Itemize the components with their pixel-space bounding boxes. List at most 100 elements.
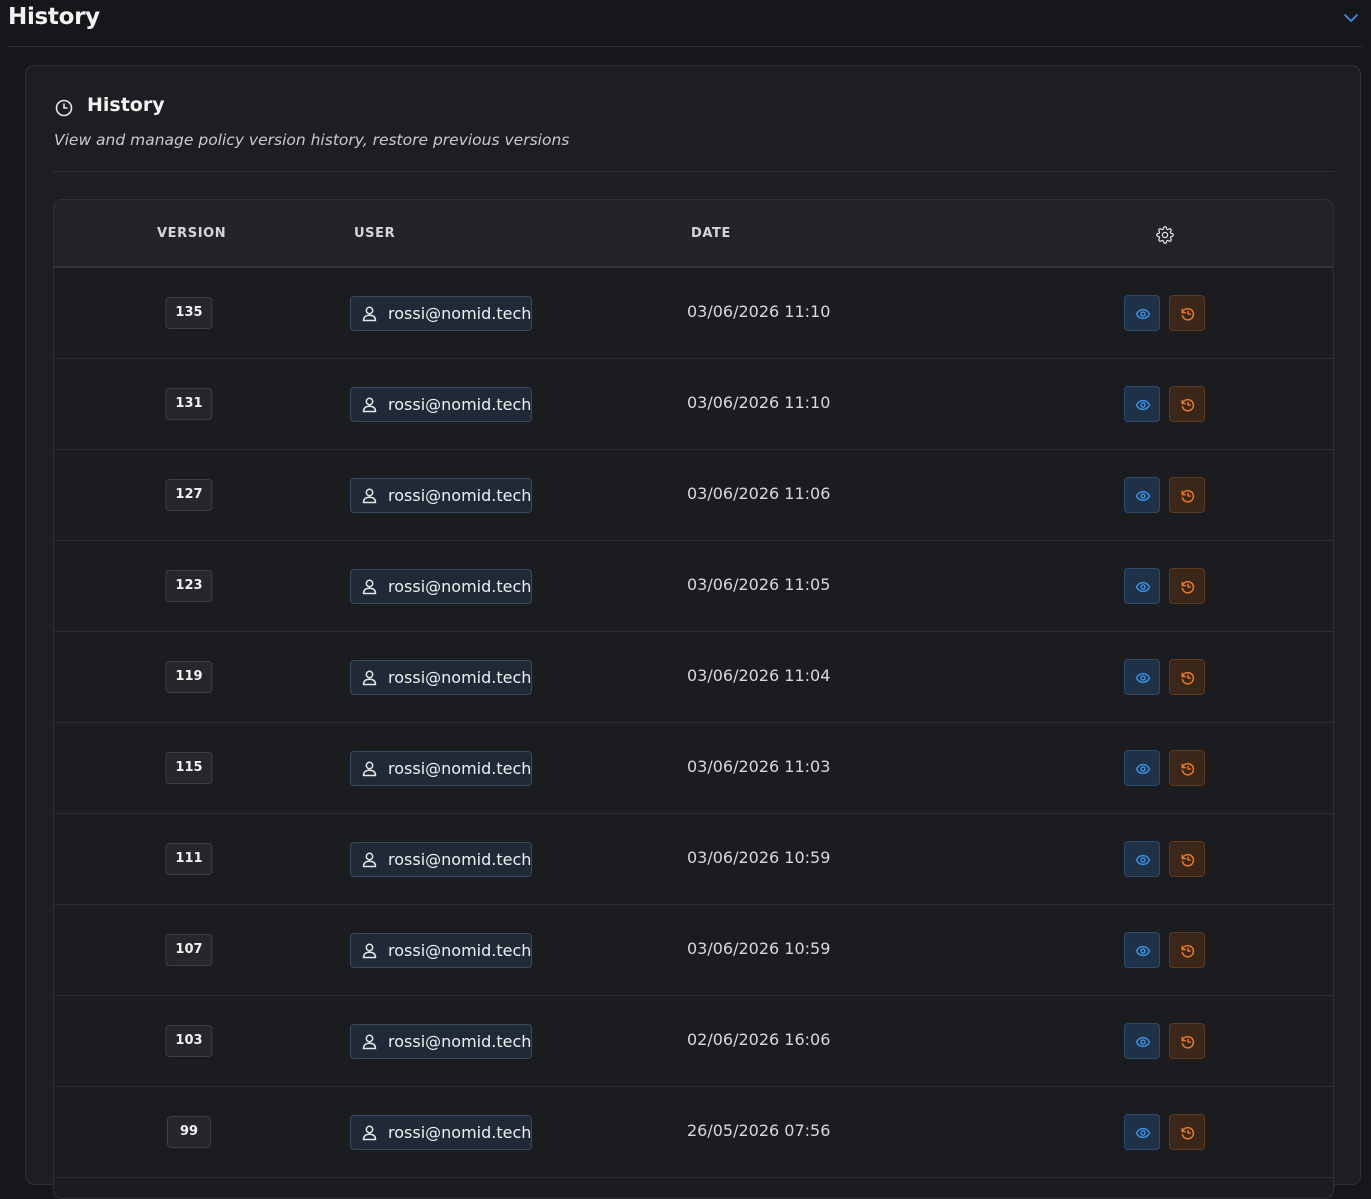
user-email: rossi@nomid.tech [388, 577, 532, 596]
column-header-version[interactable]: VERSION [157, 226, 226, 241]
restore-version-button[interactable] [1169, 750, 1205, 786]
table-row: 119 rossi@nomid.tech 03/06/2026 11:04 [54, 632, 1333, 723]
table-row: 115 rossi@nomid.tech 03/06/2026 11:03 [54, 723, 1333, 814]
eye-icon [1135, 945, 1151, 957]
user-chip[interactable]: rossi@nomid.tech [350, 842, 532, 877]
restore-icon [1181, 1126, 1195, 1140]
user-icon [362, 306, 377, 322]
restore-version-button[interactable] [1169, 386, 1205, 422]
version-badge: 111 [165, 843, 213, 875]
restore-version-button[interactable] [1169, 295, 1205, 331]
version-badge: 135 [165, 297, 213, 329]
history-table: VERSION USER DATE 135 rossi@nomid.tech 03/… [53, 199, 1334, 1199]
table-row: 111 rossi@nomid.tech 03/06/2026 10:59 [54, 814, 1333, 905]
table-row: 107 rossi@nomid.tech 03/06/2026 10:59 [54, 905, 1333, 996]
view-version-button[interactable] [1124, 1023, 1160, 1059]
view-version-button[interactable] [1124, 932, 1160, 968]
table-row: 103 rossi@nomid.tech 02/06/2026 16:06 [54, 996, 1333, 1087]
table-header: VERSION USER DATE [54, 200, 1333, 268]
user-icon [362, 761, 377, 777]
user-icon [362, 943, 377, 959]
version-badge: 131 [165, 388, 213, 420]
user-email: rossi@nomid.tech [388, 486, 532, 505]
column-header-date[interactable]: DATE [691, 226, 731, 241]
eye-icon [1135, 854, 1151, 866]
eye-icon [1135, 581, 1151, 593]
date-cell: 02/06/2026 16:06 [687, 1030, 831, 1049]
restore-version-button[interactable] [1169, 932, 1205, 968]
restore-version-button[interactable] [1169, 477, 1205, 513]
restore-icon [1181, 853, 1195, 867]
column-header-user[interactable]: USER [354, 226, 395, 241]
user-chip[interactable]: rossi@nomid.tech [350, 569, 532, 604]
user-icon [362, 852, 377, 868]
history-card: History View and manage policy version h… [25, 65, 1361, 1199]
date-cell: 03/06/2026 11:06 [687, 484, 831, 503]
date-cell: 03/06/2026 10:59 [687, 939, 831, 958]
user-email: rossi@nomid.tech [388, 1123, 532, 1142]
chevron-down-icon[interactable] [1342, 9, 1360, 27]
table-row: 131 rossi@nomid.tech 03/06/2026 11:10 [54, 359, 1333, 450]
view-version-button[interactable] [1124, 841, 1160, 877]
view-version-button[interactable] [1124, 659, 1160, 695]
table-row: 99 rossi@nomid.tech 26/05/2026 07:56 [54, 1087, 1333, 1178]
user-chip[interactable]: rossi@nomid.tech [350, 1115, 532, 1150]
restore-version-button[interactable] [1169, 1114, 1205, 1150]
card-subtitle: View and manage policy version history, … [54, 131, 570, 149]
eye-icon [1135, 399, 1151, 411]
user-icon [362, 670, 377, 686]
user-icon [362, 1125, 377, 1141]
eye-icon [1135, 763, 1151, 775]
card-divider [53, 171, 1335, 172]
page-title: History [8, 4, 100, 30]
user-email: rossi@nomid.tech [388, 1032, 532, 1051]
restore-version-button[interactable] [1169, 1023, 1205, 1059]
user-chip[interactable]: rossi@nomid.tech [350, 933, 532, 968]
restore-icon [1181, 944, 1195, 958]
date-cell: 03/06/2026 11:10 [687, 393, 831, 412]
restore-version-button[interactable] [1169, 568, 1205, 604]
date-cell: 03/06/2026 11:03 [687, 757, 831, 776]
version-badge: 99 [167, 1116, 211, 1148]
view-version-button[interactable] [1124, 568, 1160, 604]
card-title: History [87, 94, 165, 116]
gear-icon[interactable] [1156, 226, 1174, 244]
version-badge: 107 [165, 934, 213, 966]
view-version-button[interactable] [1124, 1114, 1160, 1150]
user-email: rossi@nomid.tech [388, 395, 532, 414]
user-chip[interactable]: rossi@nomid.tech [350, 660, 532, 695]
view-version-button[interactable] [1124, 295, 1160, 331]
user-email: rossi@nomid.tech [388, 668, 532, 687]
clock-icon [55, 99, 73, 117]
user-chip[interactable]: rossi@nomid.tech [350, 1024, 532, 1059]
user-icon [362, 488, 377, 504]
header-divider [8, 46, 1363, 47]
user-chip[interactable]: rossi@nomid.tech [350, 751, 532, 786]
table-row: 127 rossi@nomid.tech 03/06/2026 11:06 [54, 450, 1333, 541]
eye-icon [1135, 1127, 1151, 1139]
user-email: rossi@nomid.tech [388, 850, 532, 869]
restore-icon [1181, 580, 1195, 594]
version-badge: 115 [165, 752, 213, 784]
user-chip[interactable]: rossi@nomid.tech [350, 296, 532, 331]
version-badge: 119 [165, 661, 213, 693]
date-cell: 03/06/2026 11:04 [687, 666, 831, 685]
user-chip[interactable]: rossi@nomid.tech [350, 387, 532, 422]
table-row: 123 rossi@nomid.tech 03/06/2026 11:05 [54, 541, 1333, 632]
restore-version-button[interactable] [1169, 841, 1205, 877]
user-chip[interactable]: rossi@nomid.tech [350, 478, 532, 513]
restore-icon [1181, 489, 1195, 503]
user-email: rossi@nomid.tech [388, 941, 532, 960]
eye-icon [1135, 1036, 1151, 1048]
view-version-button[interactable] [1124, 386, 1160, 422]
eye-icon [1135, 308, 1151, 320]
date-cell: 03/06/2026 11:10 [687, 302, 831, 321]
view-version-button[interactable] [1124, 477, 1160, 513]
view-version-button[interactable] [1124, 750, 1160, 786]
user-icon [362, 1034, 377, 1050]
eye-icon [1135, 672, 1151, 684]
table-row: 135 rossi@nomid.tech 03/06/2026 11:10 [54, 268, 1333, 359]
version-badge: 127 [165, 479, 213, 511]
restore-icon [1181, 307, 1195, 321]
restore-version-button[interactable] [1169, 659, 1205, 695]
